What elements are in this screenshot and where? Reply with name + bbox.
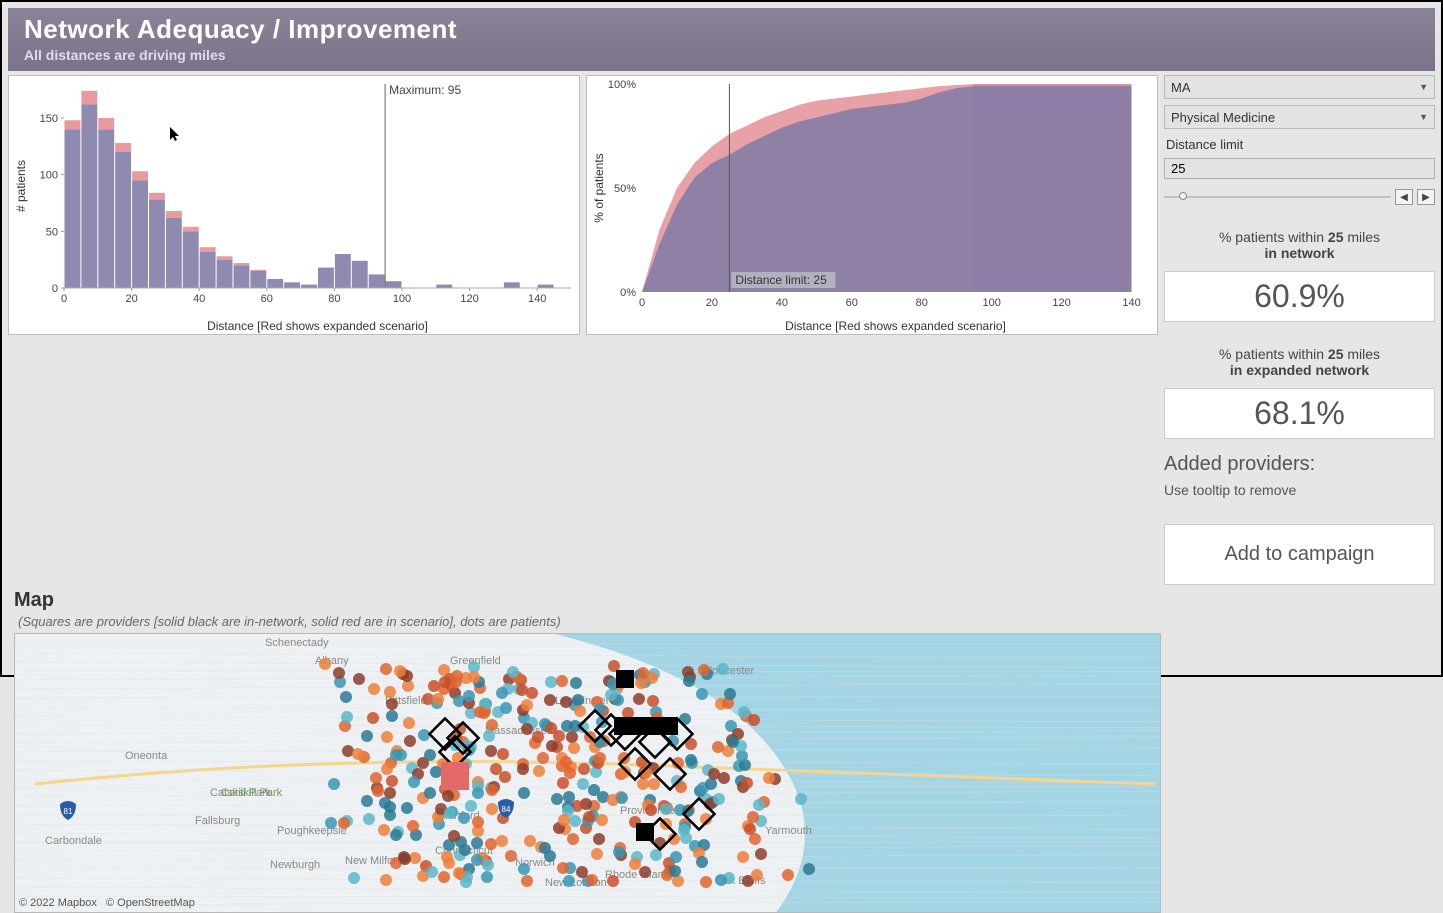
svg-text:50%: 50% (614, 183, 636, 195)
svg-text:Yarmouth: Yarmouth (765, 825, 812, 837)
svg-text:84: 84 (502, 805, 511, 814)
page-title: Network Adequacy / Improvement (24, 14, 1419, 45)
svg-text:120: 120 (1052, 297, 1070, 309)
map-title: Map (14, 589, 1161, 612)
distance-slider-row: ◀ ▶ (1164, 189, 1435, 205)
svg-text:50: 50 (46, 226, 58, 238)
svg-text:0: 0 (639, 297, 645, 309)
svg-text:Fallsburg: Fallsburg (195, 815, 240, 827)
svg-text:60: 60 (846, 297, 858, 309)
svg-text:81: 81 (64, 807, 73, 816)
svg-text:40: 40 (193, 293, 205, 305)
added-providers-header: Added providers: (1164, 453, 1435, 476)
svg-text:Maximum: 95: Maximum: 95 (389, 83, 461, 97)
svg-text:40: 40 (776, 297, 788, 309)
svg-text:0: 0 (61, 293, 67, 305)
histogram-panel: 0 50 100 150 0 20 40 60 80 100 120 140 Maximum: 95 Di… (8, 75, 580, 335)
svg-text:140: 140 (528, 293, 546, 305)
svg-text:120: 120 (460, 293, 478, 305)
page-subtitle: All distances are driving miles (24, 47, 1419, 63)
svg-text:Oneonta: Oneonta (125, 750, 168, 762)
distance-limit-input[interactable]: 25 (1164, 158, 1435, 179)
svg-text:0: 0 (52, 283, 58, 295)
map-canvas[interactable]: OneontaAlbanyCatskill ParkFallsburgPough… (14, 633, 1161, 913)
svg-text:100: 100 (982, 297, 1000, 309)
credit-osm: © OpenStreetMap (106, 897, 195, 909)
kpi-in-network-value: 60.9% (1164, 271, 1435, 322)
slider-next-button[interactable]: ▶ (1417, 189, 1435, 205)
slider-knob[interactable] (1179, 192, 1187, 200)
svg-text:Distance limit: 25: Distance limit: 25 (735, 273, 827, 287)
svg-text:0%: 0% (620, 287, 636, 299)
cursor-icon (169, 126, 181, 142)
distance-limit-label: Distance limit (1166, 137, 1435, 152)
svg-text:Distance [Red shows expanded s: Distance [Red shows expanded scenario] (207, 319, 428, 333)
chevron-down-icon: ▼ (1419, 112, 1428, 122)
svg-text:20: 20 (125, 293, 137, 305)
map-subtitle: (Squares are providers [solid black are … (18, 614, 1161, 629)
distance-slider[interactable] (1164, 196, 1391, 198)
svg-text:80: 80 (916, 297, 928, 309)
cdf-panel: 0% 50% 100% 0 20 40 60 80 100 120 140 Distance limi… (586, 75, 1158, 335)
svg-text:# patients: # patients (14, 160, 28, 212)
svg-text:Carbondale: Carbondale (45, 835, 102, 847)
svg-text:150: 150 (40, 113, 58, 125)
map-credits: © 2022 Mapbox © OpenStreetMap (19, 897, 195, 909)
state-select[interactable]: MA ▼ (1164, 75, 1435, 99)
svg-text:80: 80 (328, 293, 340, 305)
svg-text:Catskill Park: Catskill Park (221, 787, 283, 799)
svg-text:Distance [Red shows expanded s: Distance [Red shows expanded scenario] (785, 319, 1006, 333)
svg-text:100: 100 (40, 170, 58, 182)
chevron-down-icon: ▼ (1419, 82, 1428, 92)
svg-text:Schenectady: Schenectady (265, 637, 329, 649)
specialty-select-value: Physical Medicine (1171, 110, 1275, 125)
state-select-value: MA (1171, 80, 1191, 95)
svg-text:Poughkeepsie: Poughkeepsie (277, 825, 347, 837)
svg-text:20: 20 (706, 297, 718, 309)
added-providers-sub: Use tooltip to remove (1164, 482, 1435, 498)
credit-mapbox: © 2022 Mapbox (19, 897, 97, 909)
add-to-campaign-button[interactable]: Add to campaign (1164, 524, 1435, 585)
svg-text:100: 100 (393, 293, 411, 305)
dashboard-header: Network Adequacy / Improvement All dista… (8, 8, 1435, 71)
side-panel: MA ▼ Physical Medicine ▼ Distance limit … (1164, 75, 1435, 585)
kpi-in-network-label: % patients within 25 miles in network (1164, 229, 1435, 261)
svg-text:Newburgh: Newburgh (270, 859, 320, 871)
kpi-expanded-label: % patients within 25 miles in expanded n… (1164, 346, 1435, 378)
slider-prev-button[interactable]: ◀ (1395, 189, 1413, 205)
svg-text:% of patients: % of patients (592, 153, 606, 222)
svg-text:100%: 100% (608, 79, 636, 91)
specialty-select[interactable]: Physical Medicine ▼ (1164, 105, 1435, 129)
kpi-expanded-value: 68.1% (1164, 388, 1435, 439)
svg-text:140: 140 (1122, 297, 1140, 309)
svg-text:60: 60 (261, 293, 273, 305)
